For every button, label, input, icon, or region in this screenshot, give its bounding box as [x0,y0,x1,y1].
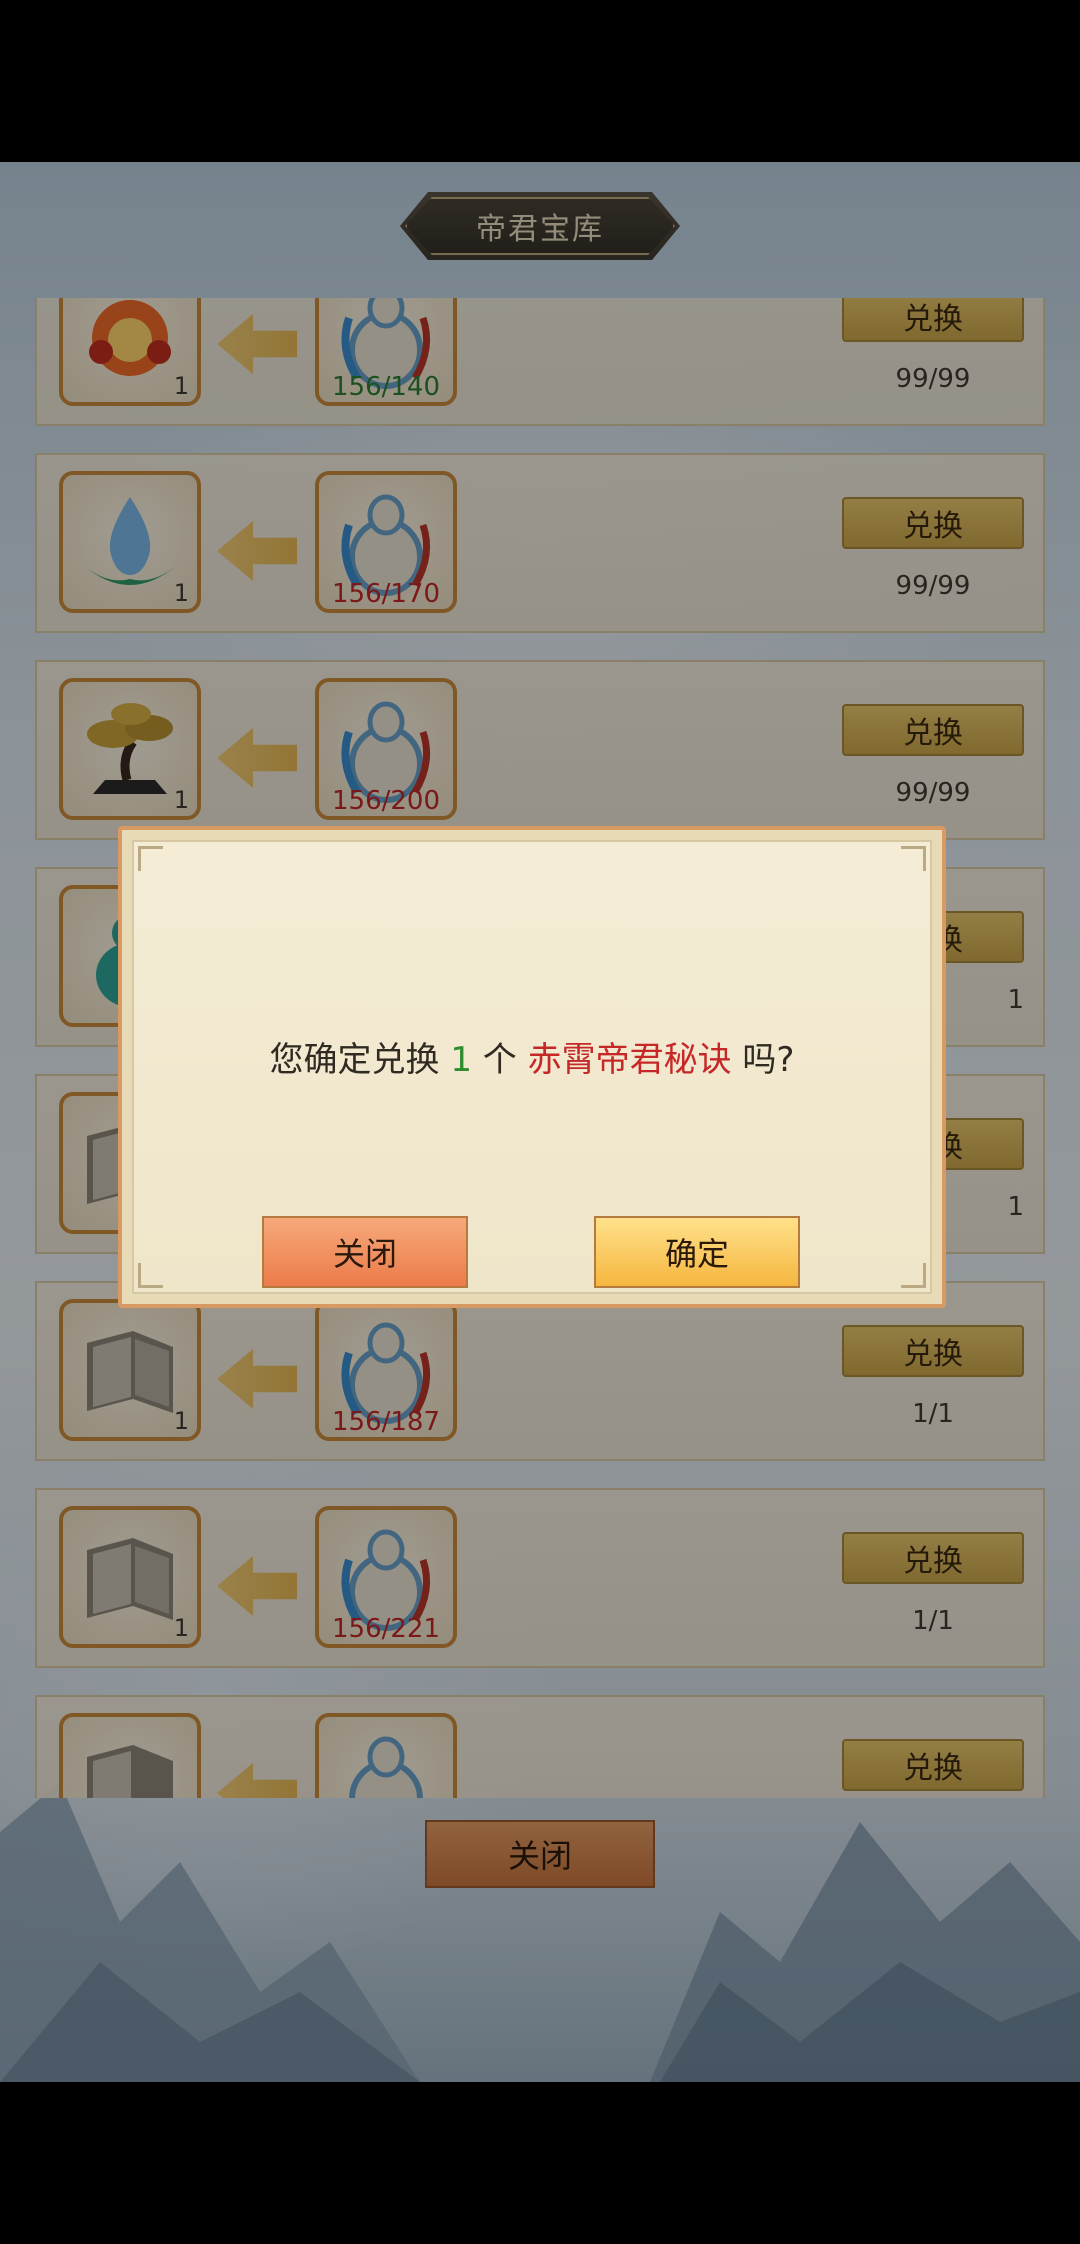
dialog-panel: 您确定兑换 1 个 赤霄帝君秘诀 吗? 关闭 确定 [132,840,932,1294]
bottom-black-bar [0,2082,1080,2244]
corner-ornament-icon [138,1263,163,1288]
message-item-name: 赤霄帝君秘诀 [527,1040,732,1080]
corner-ornament-icon [901,1263,926,1288]
message-unit: 个 [482,1040,517,1080]
message-quantity: 1 [450,1040,472,1080]
confirm-message: 您确定兑换 1 个 赤霄帝君秘诀 吗? [134,1032,930,1081]
confirm-exchange-dialog: 您确定兑换 1 个 赤霄帝君秘诀 吗? 关闭 确定 [118,826,946,1308]
corner-ornament-icon [138,846,163,871]
dialog-close-button[interactable]: 关闭 [262,1216,468,1288]
message-suffix: 吗? [742,1040,795,1080]
dialog-confirm-button[interactable]: 确定 [594,1216,800,1288]
top-black-bar [0,0,1080,162]
corner-ornament-icon [901,846,926,871]
message-prefix: 您确定兑换 [269,1040,440,1080]
